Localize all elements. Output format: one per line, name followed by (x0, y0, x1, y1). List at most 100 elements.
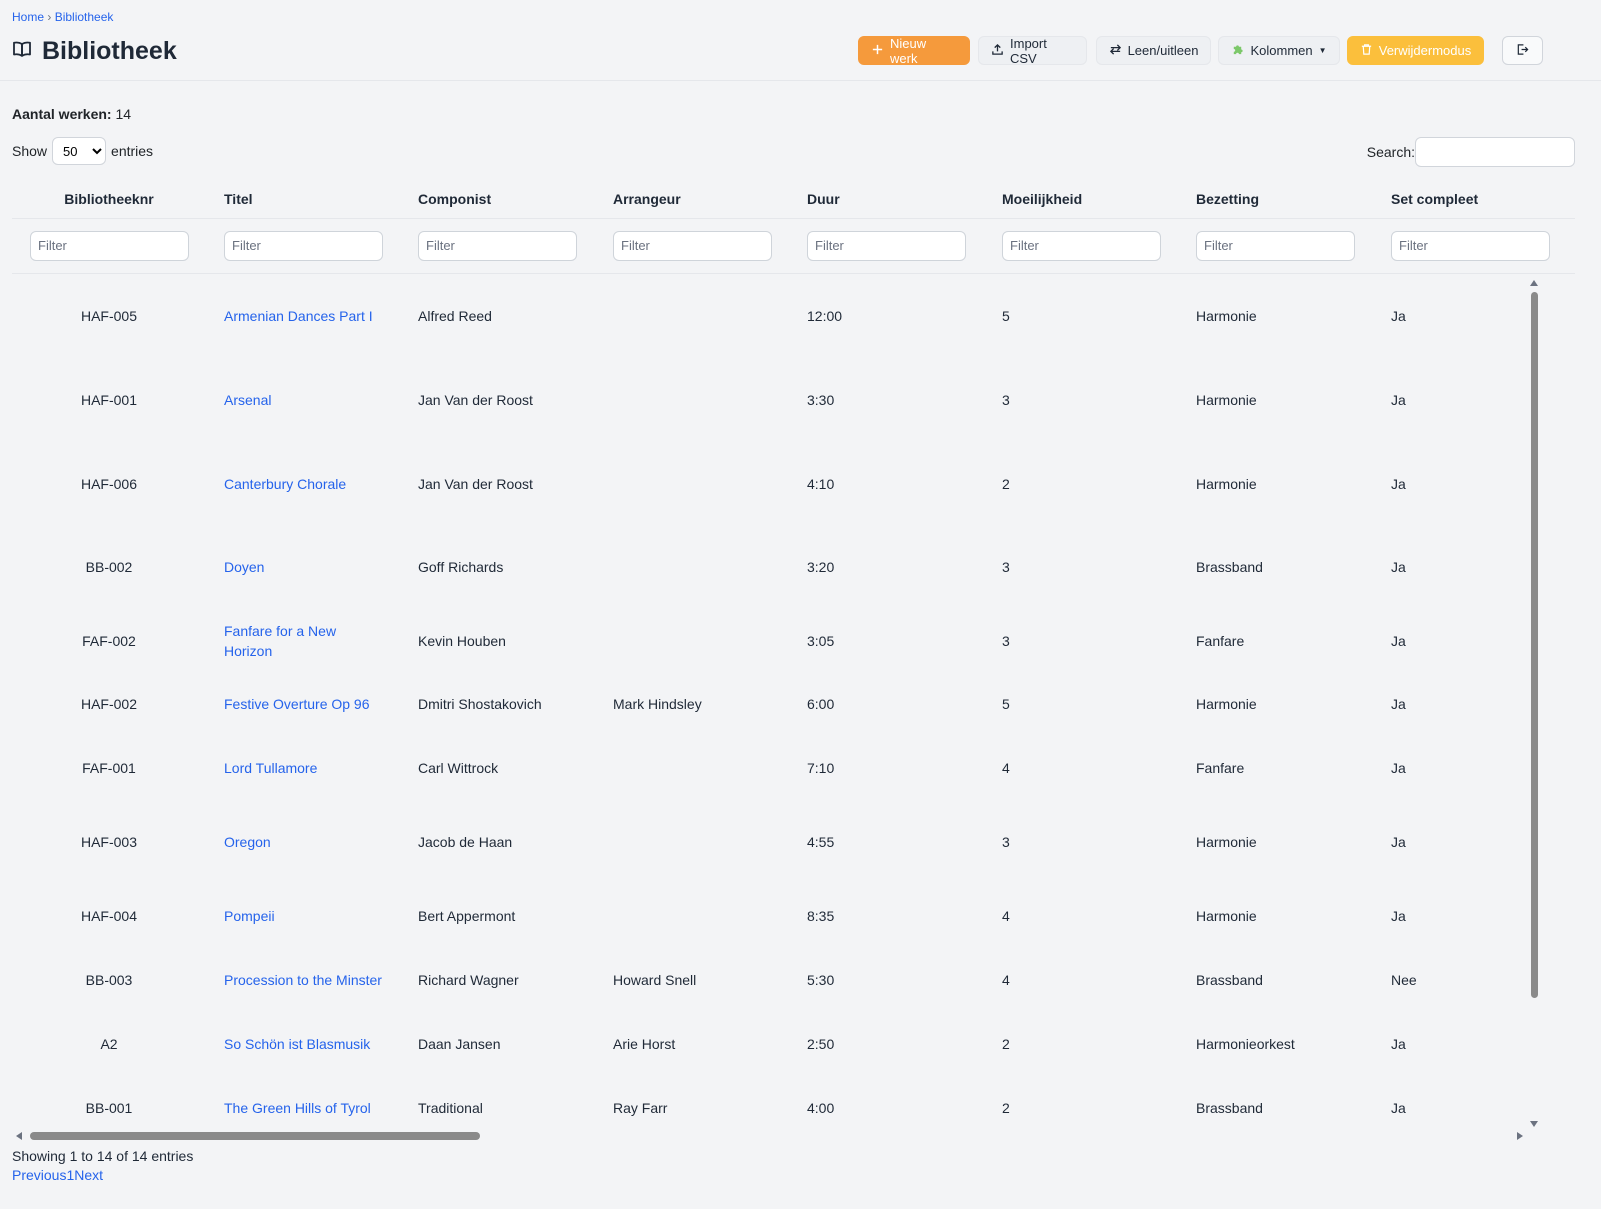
title-link[interactable]: Procession to the Minster (224, 972, 382, 988)
cell-duur: 4:55 (807, 834, 835, 850)
cell-titel: So Schön ist Blasmusik (206, 1012, 400, 1076)
cell-componist: Richard Wagner (418, 972, 519, 988)
vertical-scrollbar[interactable] (1527, 276, 1541, 1129)
filter-input-bezetting[interactable] (1196, 230, 1355, 261)
table-row: HAF-003 Oregon Jacob de Haan 4:55 3 Harm… (12, 800, 1575, 884)
scroll-up-arrow-icon[interactable] (1530, 280, 1538, 286)
cell-bezetting: Fanfare (1196, 760, 1245, 776)
cell-bibliotheeknr: HAF-002 (80, 696, 138, 712)
filter-input-set-compleet[interactable] (1391, 230, 1550, 261)
cell-moeilijkheid: 3 (1002, 632, 1010, 649)
title-link[interactable]: Pompeii (224, 908, 275, 924)
table-body: HAF-005 Armenian Dances Part I Alfred Re… (12, 273, 1575, 1140)
title-link[interactable]: Lord Tullamore (224, 760, 317, 776)
cell-titel: Pompeii (206, 884, 400, 948)
filter-input-bibliotheeknr[interactable] (30, 230, 189, 261)
cell-componist: Jacob de Haan (418, 834, 513, 850)
cell-bibliotheeknr: A2 (100, 1036, 118, 1052)
puzzle-icon (1231, 43, 1244, 59)
next-page-link[interactable]: Next (74, 1167, 103, 1183)
cell-duur: 3:05 (807, 632, 835, 649)
cell-duur: 3:30 (807, 392, 835, 408)
table-scroll-area[interactable]: Bibliotheeknr Titel Componist Arrangeur … (12, 180, 1575, 1145)
search-label: Search: (1366, 144, 1415, 160)
logout-button[interactable] (1502, 36, 1543, 65)
cell-titel: Lord Tullamore (206, 736, 400, 800)
column-header-titel[interactable]: Titel (206, 180, 400, 219)
filter-input-arrangeur[interactable] (613, 230, 772, 261)
filter-cell (789, 218, 984, 274)
delete-mode-button[interactable]: Verwijdermodus (1347, 36, 1484, 65)
table-row: HAF-005 Armenian Dances Part I Alfred Re… (12, 273, 1575, 358)
scroll-right-arrow-icon[interactable] (1517, 1132, 1523, 1140)
cell-bibliotheeknr: HAF-005 (80, 307, 138, 324)
title-link[interactable]: Oregon (224, 834, 271, 850)
cell-componist: Alfred Reed (418, 307, 492, 324)
cell-moeilijkheid: 3 (1002, 834, 1010, 850)
page-title: Bibliotheek (12, 34, 177, 68)
filter-row (12, 218, 1575, 274)
column-header-set-compleet[interactable]: Set compleet (1373, 180, 1575, 219)
work-count-label: Aantal werken: (12, 106, 112, 122)
column-header-bezetting[interactable]: Bezetting (1178, 180, 1373, 219)
cell-bezetting: Brassband (1196, 972, 1263, 988)
import-csv-button[interactable]: Import CSV (978, 35, 1087, 66)
horizontal-scrollbar[interactable] (12, 1129, 1527, 1143)
column-header-componist[interactable]: Componist (400, 180, 595, 219)
scroll-down-arrow-icon[interactable] (1530, 1121, 1538, 1127)
breadcrumb-separator: › (47, 10, 52, 24)
column-header-bibliotheeknr[interactable]: Bibliotheeknr (12, 180, 206, 219)
filter-input-duur[interactable] (807, 230, 966, 261)
entries-per-page-select[interactable]: 50 (52, 137, 107, 165)
filter-cell (984, 218, 1178, 274)
cell-bibliotheeknr: HAF-001 (80, 392, 138, 408)
cell-moeilijkheid: 3 (1002, 559, 1010, 575)
filter-cell (1178, 218, 1373, 274)
cell-titel: Procession to the Minster (206, 948, 400, 1012)
title-link[interactable]: So Schön ist Blasmusik (224, 1036, 370, 1052)
column-header-moeilijkheid[interactable]: Moeilijkheid (984, 180, 1178, 219)
filter-input-moeilijkheid[interactable] (1002, 230, 1161, 261)
table-row: HAF-004 Pompeii Bert Appermont 8:35 4 Ha… (12, 884, 1575, 948)
table-row: BB-002 Doyen Goff Richards 3:20 3 Brassb… (12, 525, 1575, 609)
title-link[interactable]: Doyen (224, 559, 264, 575)
search-input[interactable] (1415, 137, 1575, 167)
cell-moeilijkheid: 5 (1002, 696, 1010, 712)
title-link[interactable]: Fanfare for a New Horizon (224, 623, 336, 659)
cell-set-compleet: Ja (1391, 1036, 1406, 1052)
table-row: BB-003 Procession to the Minster Richard… (12, 948, 1575, 1012)
book-open-icon (12, 37, 32, 66)
lend-button[interactable]: Leen/uitleen (1096, 36, 1211, 65)
swap-icon (1109, 43, 1122, 59)
title-link[interactable]: Armenian Dances Part I (224, 308, 373, 324)
cell-duur: 8:35 (807, 908, 835, 924)
cell-moeilijkheid: 4 (1002, 972, 1010, 988)
title-link[interactable]: Festive Overture Op 96 (224, 696, 370, 712)
library-table: Bibliotheeknr Titel Componist Arrangeur … (12, 180, 1575, 1140)
page-1-link[interactable]: 1 (66, 1167, 74, 1183)
cell-arrangeur (595, 273, 789, 358)
search-control: Search: (1367, 137, 1575, 167)
cell-arrangeur (595, 525, 789, 609)
cell-titel: Oregon (206, 800, 400, 884)
vertical-scrollbar-thumb[interactable] (1531, 292, 1538, 998)
title-link[interactable]: Canterbury Chorale (224, 476, 346, 492)
import-csv-label: Import CSV (1010, 35, 1047, 66)
title-link[interactable]: Arsenal (224, 392, 271, 408)
column-header-duur[interactable]: Duur (789, 180, 984, 219)
new-work-button[interactable]: Nieuw werk (858, 36, 970, 66)
column-header-arrangeur[interactable]: Arrangeur (595, 180, 789, 219)
scroll-left-arrow-icon[interactable] (16, 1132, 22, 1140)
filter-input-titel[interactable] (224, 230, 383, 261)
breadcrumb-home-link[interactable]: Home (12, 10, 44, 24)
cell-componist: Bert Appermont (418, 908, 516, 924)
upload-icon (991, 43, 1004, 59)
title-link[interactable]: The Green Hills of Tyrol (224, 1100, 371, 1116)
columns-dropdown-button[interactable]: Kolommen ▼ (1218, 36, 1340, 65)
filter-input-componist[interactable] (418, 230, 577, 261)
cell-duur: 7:10 (807, 760, 835, 776)
previous-page-link[interactable]: Previous (12, 1167, 66, 1183)
columns-label: Kolommen (1250, 43, 1313, 58)
breadcrumb-current-link[interactable]: Bibliotheek (55, 10, 114, 24)
horizontal-scrollbar-thumb[interactable] (30, 1132, 480, 1140)
